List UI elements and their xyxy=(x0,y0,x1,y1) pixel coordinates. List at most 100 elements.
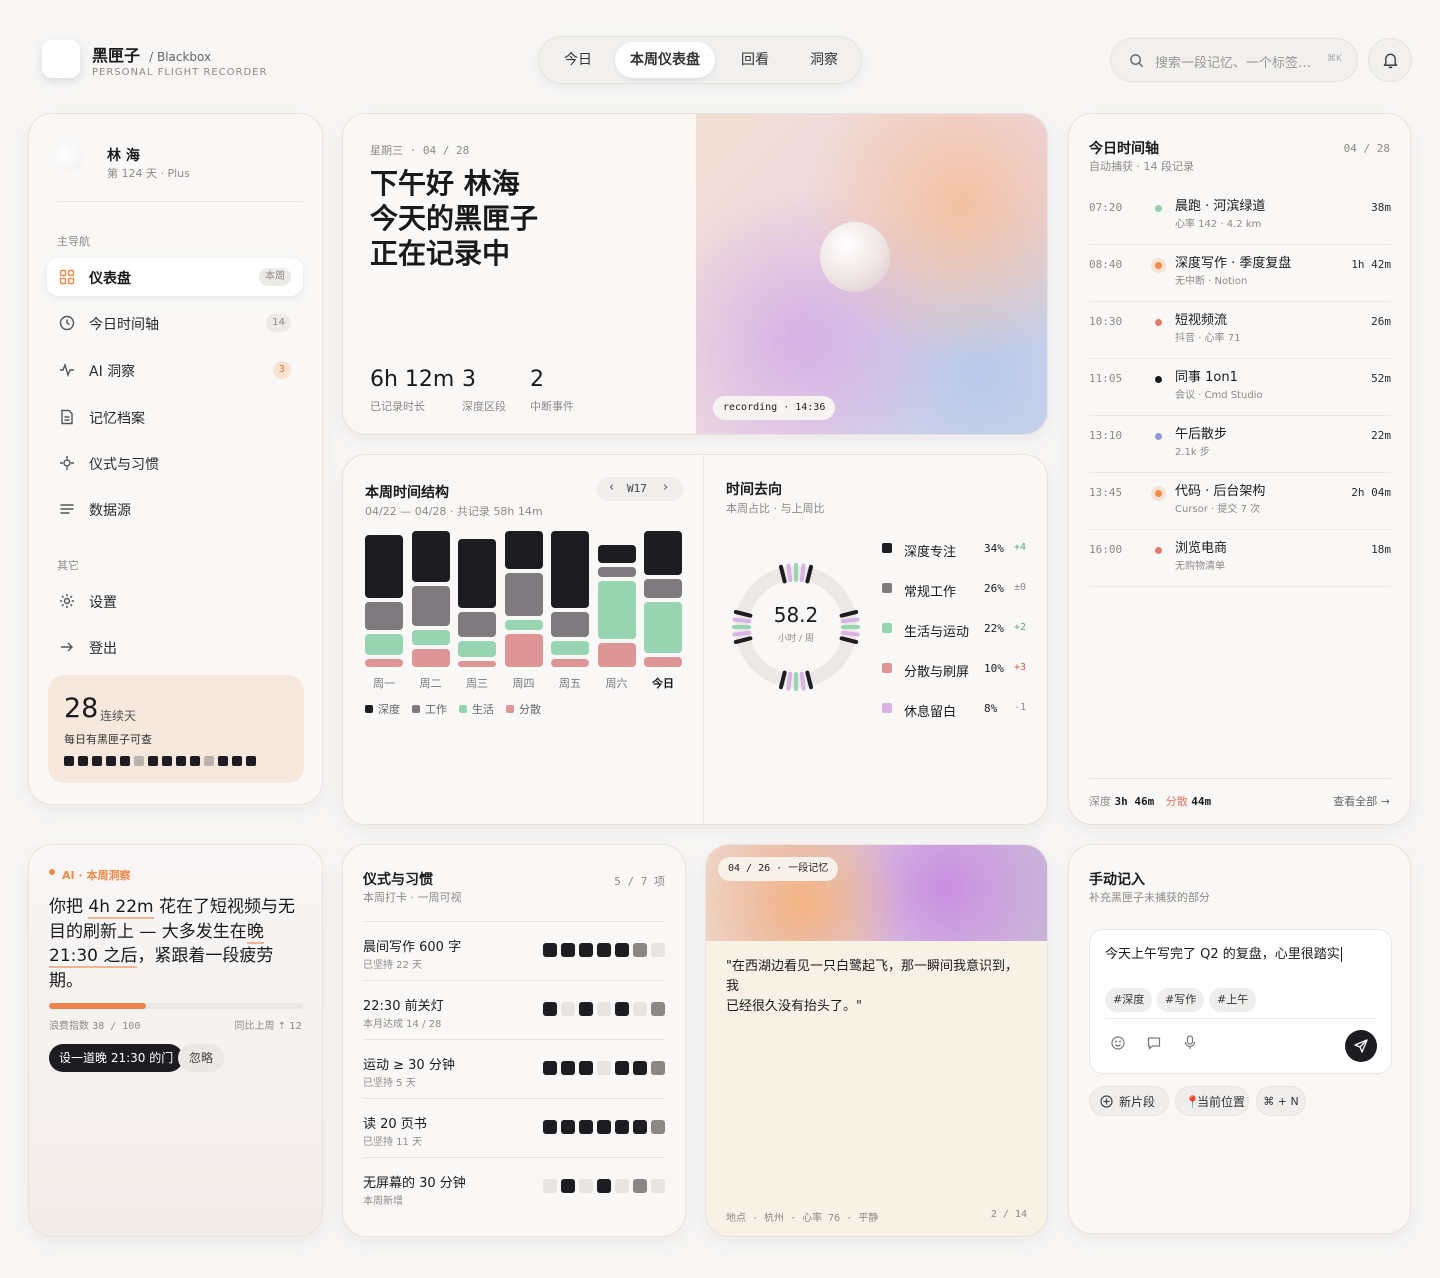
bar-work[interactable] xyxy=(411,585,450,627)
bar-scatter[interactable] xyxy=(551,658,589,667)
app-logo[interactable] xyxy=(42,40,80,78)
bar-work[interactable] xyxy=(644,579,682,598)
user-meta: 第 124 天 · Plus xyxy=(107,167,190,180)
emoji-icon[interactable] xyxy=(1111,1036,1125,1050)
sidebar-item-datasource[interactable]: 数据源 xyxy=(47,490,303,528)
sparkle-icon xyxy=(59,455,75,471)
x-tick-label: 周一 xyxy=(373,677,395,690)
bar-deep[interactable] xyxy=(458,538,496,609)
week-bar-chart: 周一 周二 周三 周四 周五 周六 今日 xyxy=(343,455,695,824)
sidebar: 林 海 第 124 天 · Plus 主导航 仪表盘 本周 今日时间轴 14 A… xyxy=(28,113,323,805)
view-all-link[interactable]: 查看全部 → xyxy=(1333,793,1390,809)
bar-deep[interactable] xyxy=(551,530,589,609)
comment-icon[interactable] xyxy=(1147,1036,1161,1050)
timeline-entry-sub: 无购物清单 xyxy=(1175,561,1225,572)
tab-weekly-dashboard[interactable]: 本周仪表盘 xyxy=(615,42,715,78)
direction-name: 休息留白 xyxy=(904,705,957,720)
timeline-entry[interactable]: 13:45 代码 · 后台架构 Cursor · 提交 7 次 2h 04m xyxy=(1089,473,1391,530)
notification-button[interactable] xyxy=(1368,38,1412,82)
ritual-name: 运动 ≥ 30 分钟 xyxy=(363,1058,455,1073)
bar-scatter[interactable] xyxy=(504,634,543,667)
bar-deep[interactable] xyxy=(411,530,450,582)
waste-index-fill xyxy=(49,1003,146,1009)
sidebar-item-rituals[interactable]: 仪式与习惯 xyxy=(47,444,303,482)
timeline-entry[interactable]: 13:10 午后散步 2.1k 步 22m xyxy=(1089,416,1391,473)
bar-life[interactable] xyxy=(411,630,450,645)
grid-icon xyxy=(59,269,75,285)
bar-scatter[interactable] xyxy=(597,642,636,667)
sidebar-item-dashboard[interactable]: 仪表盘 本周 xyxy=(47,258,303,296)
bar-scatter[interactable] xyxy=(458,660,496,667)
timeline-entry[interactable]: 08:40 深度写作 · 季度复盘 无中断 · Notion 1h 42m xyxy=(1089,245,1391,302)
insight-card: AI · 本周洞察 你把 4h 22m 花在了短视频与无目的刷新上 — 大多发生… xyxy=(28,844,323,1237)
bar-deep[interactable] xyxy=(644,530,682,576)
timeline-entry[interactable]: 16:00 浏览电商 无购物清单 18m xyxy=(1089,530,1391,587)
bar-deep[interactable] xyxy=(504,530,543,570)
direction-legend-row: 常规工作 26% ±0 xyxy=(882,579,1028,600)
streak-day xyxy=(162,756,172,766)
bar-work[interactable] xyxy=(597,567,636,578)
timeline-date: 04 / 28 xyxy=(1343,142,1390,155)
bar-work[interactable] xyxy=(365,601,403,631)
tag-chip[interactable]: #写作 xyxy=(1157,988,1205,1012)
tab-today[interactable]: 今日 xyxy=(547,42,609,78)
streak-dots xyxy=(64,756,260,766)
bar-life[interactable] xyxy=(597,581,636,639)
tag-chip[interactable]: #深度 xyxy=(1105,988,1153,1012)
insight-tag: AI · 本周洞察 xyxy=(62,869,131,882)
tab-review[interactable]: 回看 xyxy=(723,42,787,78)
microphone-icon[interactable] xyxy=(1183,1035,1197,1050)
bar-deep[interactable] xyxy=(365,534,403,598)
tag-chip[interactable]: #上午 xyxy=(1209,988,1257,1012)
memory-quote: "在西湖边看见一只白鹭起飞，那一瞬间我意识到， 我 已经很久没有抬头了。" xyxy=(726,957,1034,1017)
sidebar-item-archive[interactable]: 记忆档案 xyxy=(47,398,303,436)
location-button[interactable]: 📍 当前位置 xyxy=(1175,1086,1249,1116)
ritual-row[interactable]: 无屏幕的 30 分钟 本周新增 xyxy=(363,1157,665,1216)
sidebar-item-logout[interactable]: 登出 xyxy=(47,628,303,666)
avatar[interactable] xyxy=(53,142,83,172)
ritual-sub: 已坚持 22 天 xyxy=(363,960,423,971)
ritual-day xyxy=(633,1061,647,1075)
sidebar-item-timeline[interactable]: 今日时间轴 14 xyxy=(47,304,303,342)
ritual-row[interactable]: 运动 ≥ 30 分钟 已坚持 5 天 xyxy=(363,1039,665,1098)
bar-life[interactable] xyxy=(504,620,543,631)
timeline-entry[interactable]: 10:30 短视频流 抖音 · 心率 71 26m xyxy=(1089,302,1391,359)
direction-percent: 26% xyxy=(984,582,1004,595)
bar-life[interactable] xyxy=(551,640,589,655)
shortcut-hint[interactable]: ⌘ + N xyxy=(1256,1086,1306,1116)
search-bar[interactable]: 搜索一段记忆、一个标签… ⌘K xyxy=(1110,38,1358,82)
sidebar-item-ai-insight[interactable]: AI 洞察 3 xyxy=(47,351,303,389)
ritual-row[interactable]: 22:30 前关灯 本月达成 14 / 28 xyxy=(363,980,665,1039)
timeline-entry[interactable]: 07:20 晨跑 · 河滨绿道 心率 142 · 4.2 km 38m xyxy=(1089,188,1391,245)
bar-deep[interactable] xyxy=(597,544,636,564)
ignore-button[interactable]: 忽略 xyxy=(178,1044,225,1072)
bar-scatter[interactable] xyxy=(411,648,450,667)
bar-life[interactable] xyxy=(365,634,403,655)
timeline-entry[interactable]: 11:05 同事 1on1 会议 · Cmd Studio 52m xyxy=(1089,359,1391,416)
new-segment-button[interactable]: 新片段 xyxy=(1089,1086,1169,1116)
bar-life[interactable] xyxy=(458,640,496,657)
manual-text-input[interactable]: 今天上午写完了 Q2 的复盘，心里很踏实 xyxy=(1105,943,1342,962)
insight-text: 你把 4h 22m 花在了短视频与无目的刷新上 — 大多发生在晚 21:30 之… xyxy=(49,895,299,993)
bar-scatter[interactable] xyxy=(644,656,682,667)
stat-label: 中断事件 xyxy=(530,400,574,413)
donut-unit: 小时 / 周 xyxy=(778,634,814,644)
bar-work[interactable] xyxy=(504,573,543,617)
bar-scatter[interactable] xyxy=(365,658,403,667)
memory-pager[interactable]: 2 / 14 xyxy=(991,1209,1027,1220)
ritual-sub: 已坚持 11 天 xyxy=(363,1137,423,1148)
waste-index-compare: 同比上周 ↑ 12 xyxy=(234,1021,302,1032)
tab-insight[interactable]: 洞察 xyxy=(793,42,855,78)
bar-work[interactable] xyxy=(458,612,496,637)
legend-item: 工作 xyxy=(412,701,447,717)
ritual-row[interactable]: 读 20 页书 已坚持 11 天 xyxy=(363,1098,665,1157)
bar-work[interactable] xyxy=(551,612,589,637)
send-button[interactable] xyxy=(1345,1030,1377,1062)
bar-life[interactable] xyxy=(644,601,682,653)
ritual-row[interactable]: 晨间写作 600 字已坚持 22 天 xyxy=(363,921,665,980)
set-gate-button[interactable]: 设一道晚 21:30 的门 xyxy=(49,1044,184,1072)
sidebar-item-settings[interactable]: 设置 xyxy=(47,582,303,620)
ritual-day xyxy=(597,1061,611,1075)
insight-dot xyxy=(49,869,55,875)
manual-editor[interactable]: 今天上午写完了 Q2 的复盘，心里很踏实 #深度 #写作 #上午 xyxy=(1089,929,1392,1074)
